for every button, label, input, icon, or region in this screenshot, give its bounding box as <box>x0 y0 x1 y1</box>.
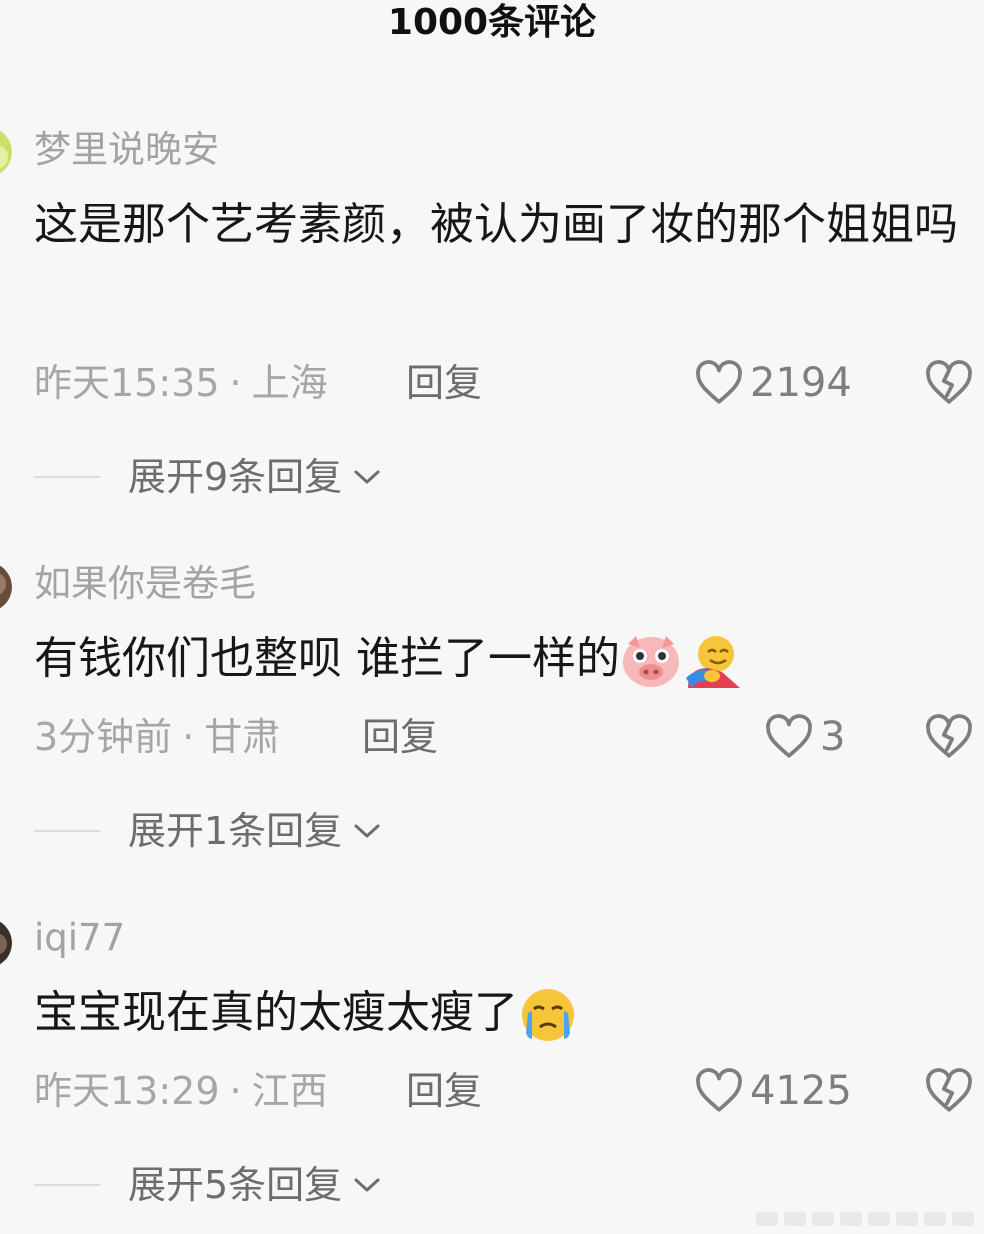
reply-button[interactable]: 回复 <box>406 360 482 406</box>
watermark-block <box>924 1212 946 1226</box>
heart-icon <box>766 714 812 758</box>
avatar-image <box>0 565 12 609</box>
reply-button[interactable]: 回复 <box>362 714 438 760</box>
comment-time: 3分钟前 <box>34 715 173 759</box>
dislike-button[interactable] <box>924 714 974 764</box>
broken-heart-icon <box>926 714 972 758</box>
watermark-block <box>784 1212 806 1226</box>
broken-heart-icon <box>926 360 972 404</box>
watermark-block <box>840 1212 862 1226</box>
comment-meta: 昨天13:29 · 江西 <box>34 1068 328 1114</box>
comment-time: 昨天13:29 <box>34 1069 220 1113</box>
watermark <box>756 1212 974 1226</box>
meta-separator: · <box>229 1069 242 1113</box>
divider <box>34 476 100 478</box>
dislike-button[interactable] <box>924 1068 974 1118</box>
comment-text: 宝宝现在真的太瘦太瘦了 <box>34 987 518 1038</box>
username[interactable]: 如果你是卷毛 <box>34 562 256 606</box>
comment-text-row: 宝宝现在真的太瘦太瘦了 <box>34 970 964 1056</box>
expand-replies-label: 展开5条回复 <box>128 1163 343 1207</box>
like-count: 3 <box>820 714 846 760</box>
watermark-block <box>952 1212 974 1226</box>
divider <box>34 1184 100 1186</box>
comment-location: 甘肃 <box>204 715 281 759</box>
comment-location: 江西 <box>251 1069 328 1113</box>
chevron-down-icon <box>354 470 380 484</box>
expand-replies-label: 展开1条回复 <box>128 809 343 853</box>
watermark-block <box>812 1212 834 1226</box>
heart-icon <box>696 1068 742 1112</box>
divider <box>34 830 100 832</box>
like-button[interactable]: 3 <box>764 714 845 760</box>
avatar-image <box>0 130 12 174</box>
like-count: 2194 <box>750 360 852 406</box>
watermark-block <box>868 1212 890 1226</box>
comments-count-title: 1000条评论 <box>387 2 597 43</box>
pig-face-emoji <box>623 636 679 687</box>
expand-replies-button[interactable]: 展开5条回复 <box>34 1162 382 1208</box>
meta-separator: · <box>229 361 242 405</box>
avatar[interactable] <box>0 127 12 177</box>
avatar-image <box>0 921 12 965</box>
comment-meta: 昨天15:35 · 上海 <box>34 360 328 406</box>
comment-text-row: 有钱你们也整呗 谁拦了一样的 <box>34 616 964 702</box>
dislike-button[interactable] <box>924 360 974 410</box>
comment-text: 有钱你们也整呗 谁拦了一样的 <box>34 633 620 684</box>
broken-heart-icon <box>926 1068 972 1112</box>
comment-location: 上海 <box>251 361 328 405</box>
heart-icon <box>696 360 742 404</box>
expand-replies-label: 展开9条回复 <box>128 455 343 499</box>
avatar[interactable] <box>0 562 12 612</box>
comment-time: 昨天15:35 <box>34 361 220 405</box>
comment-meta: 3分钟前 · 甘肃 <box>34 714 280 760</box>
expand-replies-button[interactable]: 展开1条回复 <box>34 808 382 854</box>
like-button[interactable]: 2194 <box>694 360 852 406</box>
meta-separator: · <box>182 715 195 759</box>
comment-text: 这是那个艺考素颜，被认为画了妆的那个姐姐吗 <box>34 199 958 250</box>
expand-replies-button[interactable]: 展开9条回复 <box>34 454 382 500</box>
chevron-down-icon <box>354 1178 380 1192</box>
username[interactable]: iqi77 <box>34 916 125 960</box>
username[interactable]: 梦里说晚安 <box>34 128 219 172</box>
like-count: 4125 <box>750 1068 852 1114</box>
chevron-down-icon <box>354 824 380 838</box>
hug-emoji <box>686 636 740 688</box>
like-button[interactable]: 4125 <box>694 1068 852 1114</box>
avatar[interactable] <box>0 918 12 968</box>
watermark-block <box>756 1212 778 1226</box>
reply-button[interactable]: 回复 <box>406 1068 482 1114</box>
crying-face-emoji <box>522 989 574 1041</box>
watermark-block <box>896 1212 918 1226</box>
